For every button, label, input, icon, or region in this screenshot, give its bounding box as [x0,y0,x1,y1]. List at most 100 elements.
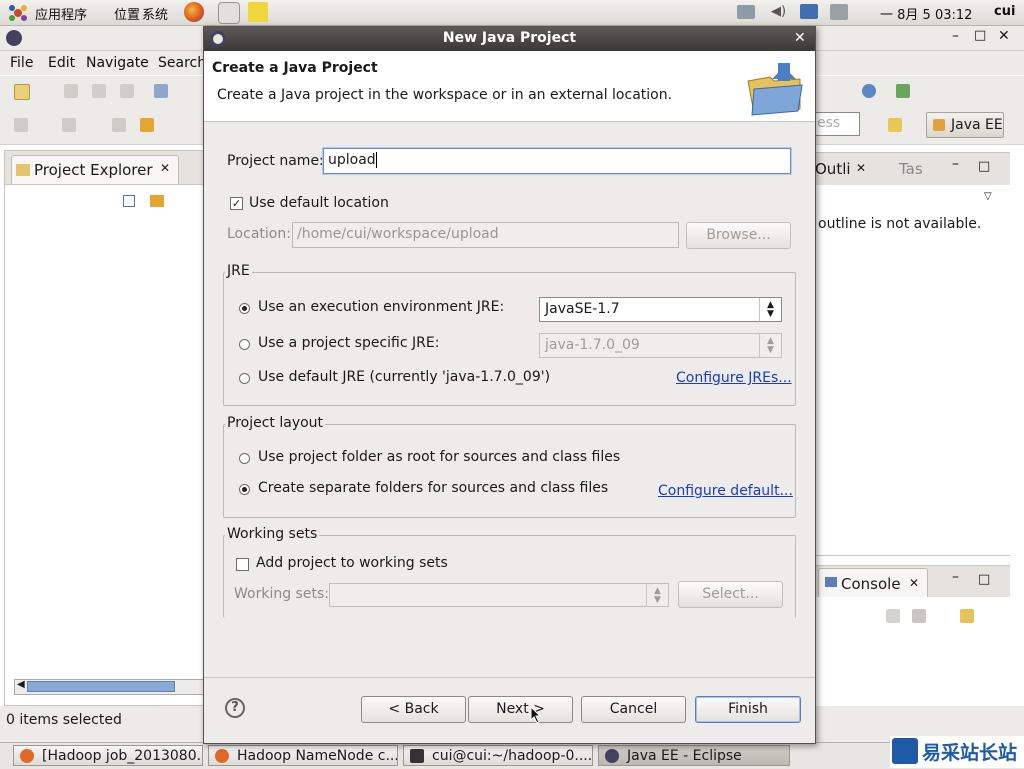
network-icon[interactable] [737,5,755,19]
close-console-icon[interactable]: ✕ [909,576,919,590]
select-working-sets-button[interactable]: Select... [678,581,783,608]
project-specific-jre-radio[interactable] [239,339,250,350]
configure-jres-link[interactable]: Configure JREs... [676,370,792,386]
run-icon[interactable] [896,84,910,98]
open-perspective-icon[interactable] [888,118,902,132]
dialog-titlebar[interactable]: New Java Project ✕ [204,27,815,51]
mail-launcher-icon[interactable] [218,2,240,24]
taskbar-label: Hadoop NameNode c... [237,748,398,764]
toggle-icon[interactable] [154,84,168,98]
add-to-working-sets-label[interactable]: Add project to working sets [256,555,448,571]
working-sets-title: Working sets [225,526,320,542]
close-outline-icon[interactable]: ✕ [856,161,866,175]
taskbar-item[interactable]: [Hadoop job_2013080... [13,745,203,766]
volume-icon[interactable]: ◀) [771,5,787,19]
new-icon[interactable] [14,84,30,100]
browse-button[interactable]: Browse... [686,222,791,249]
pin-console-icon[interactable] [886,609,900,623]
save-all-icon[interactable] [92,84,106,98]
execution-env-radio[interactable] [239,303,250,314]
execution-env-label[interactable]: Use an execution environment JRE: [258,299,504,315]
minimize-icon[interactable]: – [952,28,959,44]
default-jre-label[interactable]: Use default JRE (currently 'java-1.7.0_0… [258,369,550,385]
layout-root-radio[interactable] [239,453,250,464]
eclipse-icon [605,749,619,763]
gnome-foot-icon[interactable] [8,3,28,23]
next-button[interactable]: Next > [468,696,573,723]
menu-edit[interactable]: Edit [48,55,75,71]
quick-access-input[interactable]: ess [812,112,860,136]
minimize-view-icon[interactable]: – [952,156,959,172]
help-icon[interactable]: ? [225,698,245,718]
configure-default-link[interactable]: Configure default... [658,483,793,499]
default-jre-radio[interactable] [239,373,250,384]
menu-navigate[interactable]: Navigate [86,55,149,71]
taskbar-item[interactable]: Hadoop NameNode c... [208,745,398,766]
menu-places[interactable]: 位置 [114,4,140,23]
back-nav-icon[interactable] [112,118,126,132]
back-button[interactable]: < Back [361,696,466,723]
project-name-input[interactable]: upload [323,148,791,174]
perspective-java-ee[interactable]: Java EE [926,112,1004,138]
project-specific-jre-label[interactable]: Use a project specific JRE: [258,335,439,351]
collapse-all-icon[interactable] [123,195,135,207]
open-console-icon[interactable] [960,609,974,623]
firefox-launcher-icon[interactable] [184,2,204,22]
horizontal-scrollbar[interactable]: ◀ [14,679,206,695]
scroll-left-icon[interactable]: ◀ [17,679,25,690]
execution-env-combo[interactable]: JavaSE-1.7 ▲ ▼ [539,297,782,322]
cancel-button[interactable]: Cancel [581,696,686,723]
notes-launcher-icon[interactable] [248,2,268,22]
tab-outline[interactable]: Outli [815,160,851,178]
console-label: Console [841,575,901,593]
use-default-location-label[interactable]: Use default location [249,195,389,211]
add-to-working-sets-checkbox[interactable] [236,558,249,571]
project-specific-jre-combo[interactable]: java-1.7.0_09 ▲ ▼ [539,333,782,358]
dialog-close-icon[interactable]: ✕ [794,30,806,46]
close-icon[interactable]: ✕ [998,28,1010,44]
display-console-icon[interactable] [912,609,926,623]
maximize-console-icon[interactable]: □ [978,572,990,587]
project-explorer-label: Project Explorer [34,161,153,179]
maximize-icon[interactable]: □ [974,28,986,43]
maximize-view-icon[interactable]: □ [978,159,990,174]
outline-body: outline is not available. ▽ [814,185,1010,556]
terminal-icon [410,749,424,763]
web-browser-icon[interactable] [862,84,876,98]
display-icon[interactable] [800,4,818,19]
tab-console[interactable]: Console ✕ [818,568,928,599]
layout-separate-label[interactable]: Create separate folders for sources and … [258,480,608,496]
use-default-location-checkbox[interactable]: ✓ [230,197,243,210]
tab-project-explorer[interactable]: Project Explorer ✕ [11,155,179,184]
view-menu-icon[interactable]: ▽ [984,191,992,202]
clock[interactable]: 一 8月 5 03:12 [880,4,972,23]
java-project-wizard-icon [744,59,806,117]
link-editor-icon[interactable] [150,195,164,207]
menu-file[interactable]: File [10,55,33,71]
user-name[interactable]: cui [994,4,1015,19]
minimize-console-icon[interactable]: – [952,569,959,585]
scroll-thumb[interactable] [27,681,175,692]
taskbar-item[interactable]: Java EE - Eclipse [598,745,790,766]
firefox-icon [215,749,229,763]
finish-button[interactable]: Finish [695,696,801,723]
layout-root-label[interactable]: Use project folder as root for sources a… [258,449,620,465]
battery-icon[interactable] [830,4,848,20]
menu-applications[interactable]: 应用程序 [35,4,87,23]
save-icon[interactable] [64,84,78,98]
working-sets-combo[interactable]: ▲ ▼ [329,583,669,607]
menu-search[interactable]: Search [158,55,206,71]
next-annotation-icon[interactable] [14,118,28,132]
tab-tasks[interactable]: Tas [899,160,923,178]
back-arrow-icon[interactable] [140,118,154,132]
menu-system[interactable]: 系统 [142,4,168,23]
layout-separate-radio[interactable] [239,484,250,495]
taskbar-label: Java EE - Eclipse [627,748,742,764]
prev-annotation-icon[interactable] [62,118,76,132]
print-icon[interactable] [120,84,134,98]
combo-arrows-icon: ▲ ▼ [759,298,781,321]
mouse-cursor-icon [530,705,542,724]
taskbar-item[interactable]: cui@cui:~/hadoop-0.... [403,745,593,766]
close-tab-icon[interactable]: ✕ [160,161,170,175]
location-input[interactable]: /home/cui/workspace/upload [292,222,679,248]
